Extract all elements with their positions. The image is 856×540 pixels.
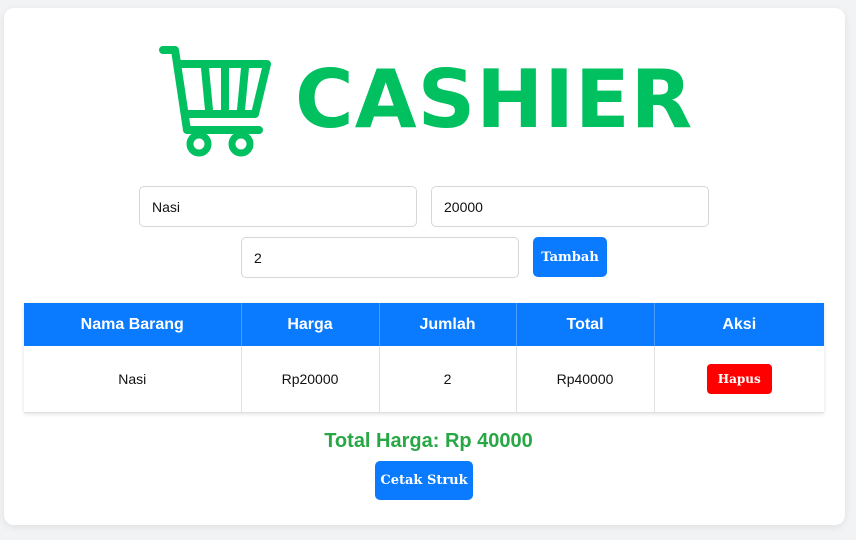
item-name-input[interactable] [139,186,417,227]
cell-total: Rp40000 [516,346,655,413]
cell-price: Rp20000 [241,346,380,413]
quantity-input[interactable] [241,237,519,278]
cell-quantity: 2 [379,346,517,413]
header-total: Total [516,303,655,346]
cell-action: Hapus [654,346,824,413]
logo: CASHIER [159,46,699,158]
logo-text: CASHIER [295,53,694,146]
cell-item-name: Nasi [24,346,242,413]
header-quantity: Jumlah [379,303,517,346]
shopping-cart-icon [159,46,271,157]
header-item-name: Nama Barang [24,303,242,346]
total-price: Total Harga: Rp 40000 [324,430,533,452]
cashier-card: CASHIER Tambah Nama Barang Harga Jumlah … [4,8,845,525]
header-action: Aksi [654,303,824,346]
items-table: Nama Barang Harga Jumlah Total Aksi Nasi… [24,303,824,413]
table-row: Nasi Rp20000 2 Rp40000 Hapus [24,346,824,413]
add-item-button[interactable]: Tambah [533,237,607,277]
header-price: Harga [241,303,380,346]
print-receipt-button[interactable]: Cetak Struk [375,461,473,500]
delete-button[interactable]: Hapus [706,363,772,394]
price-input[interactable] [431,186,709,227]
table-header-row: Nama Barang Harga Jumlah Total Aksi [24,303,824,346]
